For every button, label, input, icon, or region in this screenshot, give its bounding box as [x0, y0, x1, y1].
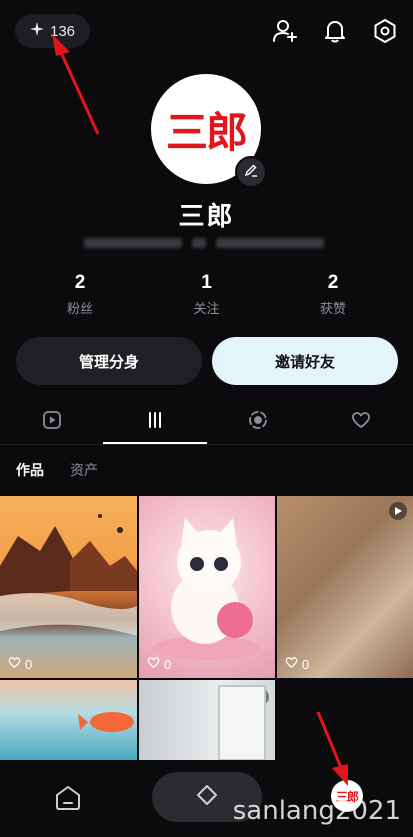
edit-avatar-button[interactable]: [235, 156, 267, 188]
post-tile[interactable]: [0, 680, 137, 760]
home-icon[interactable]: [52, 782, 84, 814]
bell-icon[interactable]: [322, 18, 348, 44]
circle-target-icon: [248, 410, 268, 435]
divider: [0, 444, 413, 445]
heart-icon: [351, 410, 371, 435]
stat-following[interactable]: 1 关注: [167, 272, 247, 317]
koi-fish-image: [78, 712, 134, 732]
heart-icon: [8, 656, 21, 672]
like-count: 0: [8, 656, 32, 672]
settings-icon[interactable]: [372, 18, 398, 44]
credits-badge[interactable]: 136: [15, 14, 90, 48]
play-video-icon: [42, 410, 62, 435]
play-icon: [389, 502, 407, 520]
bottom-nav: 三郎 sanlang2021: [0, 760, 413, 837]
stat-value: 2: [327, 272, 339, 293]
post-tile[interactable]: [139, 680, 275, 760]
account-id-redacted: [84, 236, 324, 250]
sub-tabs: 作品 资产: [16, 460, 98, 480]
stat-value: 2: [74, 272, 86, 293]
subtab-assets[interactable]: 资产: [70, 460, 98, 480]
grid-icon: [145, 410, 165, 435]
stat-label: 关注: [193, 301, 220, 316]
profile-stats: 2 粉丝 1 关注 2 获赞: [40, 272, 373, 317]
stat-label: 获赞: [319, 301, 346, 316]
white-door-image: [218, 685, 266, 760]
content-tabs: [0, 400, 413, 444]
like-value: 0: [25, 656, 33, 672]
seaside-sunset-image: [0, 514, 137, 636]
top-bar: 136: [0, 0, 413, 60]
kitten-image: [153, 518, 261, 660]
stat-fans[interactable]: 2 粉丝: [40, 272, 120, 317]
like-count: 0: [285, 656, 309, 672]
heart-icon: [285, 656, 298, 672]
pencil-icon: [244, 163, 258, 182]
like-value: 0: [302, 656, 310, 672]
watermark: sanlang2021: [232, 796, 401, 826]
profile-name: 三郎: [178, 201, 235, 231]
tab-circle[interactable]: [207, 400, 310, 444]
tab-favorites[interactable]: [310, 400, 413, 444]
stat-likes[interactable]: 2 获赞: [293, 272, 373, 317]
post-tile[interactable]: 0: [277, 496, 413, 678]
credits-value: 136: [49, 22, 76, 40]
manage-avatar-button[interactable]: 管理分身: [16, 337, 202, 385]
profile-avatar[interactable]: 三郎: [151, 74, 267, 188]
tab-videos[interactable]: [0, 400, 103, 444]
stat-value: 1: [201, 272, 212, 293]
diamond-icon: [195, 783, 219, 812]
post-tile[interactable]: 0: [0, 496, 137, 678]
stat-label: 粉丝: [66, 301, 93, 316]
tab-grid[interactable]: [103, 400, 207, 444]
sparkle-icon: [29, 22, 44, 40]
like-value: 0: [164, 656, 172, 672]
heart-icon: [147, 656, 160, 672]
avatar-text: 三郎: [165, 107, 248, 157]
post-tile[interactable]: 0: [139, 496, 275, 678]
invite-friends-button[interactable]: 邀请好友: [212, 337, 398, 385]
like-count: 0: [147, 656, 171, 672]
subtab-works[interactable]: 作品: [16, 460, 44, 480]
add-friend-icon[interactable]: [272, 18, 298, 44]
